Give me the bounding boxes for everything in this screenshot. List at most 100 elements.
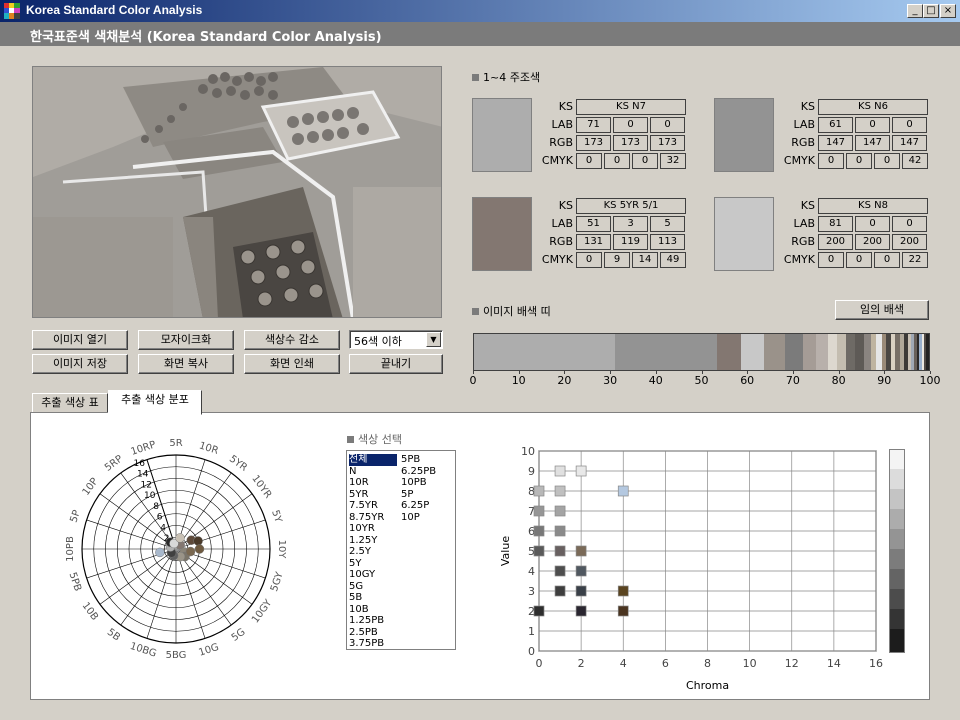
hue-option[interactable]: 2.5Y [349,546,397,558]
strip-axis-label: 10 [511,374,526,387]
mosaic-button[interactable]: 모자이크화 [138,330,234,350]
hue-point [175,533,185,543]
hue-option[interactable]: 10P [401,512,436,524]
color-count-select[interactable]: 56색 이하 ▼ [349,330,443,349]
hue-label: 5RP [103,454,125,474]
hue-option[interactable]: 10R [349,477,397,489]
random-scheme-button[interactable]: 임의 배색 [835,300,929,320]
strip-segment [614,334,717,370]
hue-option[interactable]: 6.25P [401,500,436,512]
cmyk-value: 32 [660,153,686,169]
y-tick-label: 4 [528,565,535,578]
strip-segment [716,334,742,370]
rgb-value: 147 [892,135,927,151]
y-tick-label: 0 [528,645,535,658]
ks-code: KS N6 [818,99,928,115]
value-chroma-point [575,465,587,477]
chroma-tick-label: 16 [134,459,146,469]
value-chroma-point [554,585,566,597]
value-chroma-point [554,505,566,517]
hue-option[interactable]: 8.75YR [349,512,397,524]
value-chroma-point [554,485,566,497]
hue-option[interactable]: 5G [349,581,397,593]
hue-option[interactable]: 6.25PB [401,466,436,478]
row-label: KS [800,100,815,113]
cmyk-value: 9 [604,252,630,268]
x-tick-label: 8 [704,657,711,670]
tab-extracted-color-distribution[interactable]: 추출 색상 분포 [108,390,202,415]
rgb-value: 147 [818,135,853,151]
value-chroma-point [617,485,629,497]
hue-option[interactable]: 3.75PB [349,638,397,650]
row-label: KS [558,199,573,212]
value-chroma-point [533,525,545,537]
hue-option[interactable]: 5P [401,489,436,501]
hue-option[interactable]: 1.25PB [349,615,397,627]
hue-label: 5GY [269,570,286,593]
strip-segment [784,334,803,370]
main-color-swatch [472,98,532,172]
row-label: CMYK [783,253,815,266]
hue-option[interactable]: 7.5YR [349,500,397,512]
row-label: KS [800,199,815,212]
strip-axis-label: 70 [785,374,800,387]
row-label: LAB [551,217,573,230]
hue-option[interactable]: 5PB [401,454,436,466]
copy-screen-button[interactable]: 화면 복사 [138,354,234,374]
hue-option[interactable]: 5YR [349,489,397,501]
hue-option[interactable]: N [349,466,397,478]
rgb-value: 173 [613,135,648,151]
hue-select-list[interactable]: 전체 N 10R 5YR 7.5YR 8.75YR 10YR 1.25Y 2.5Y 5Y 10GY 5… [346,450,456,650]
chroma-tick-label: 14 [137,470,149,480]
lab-value: 61 [818,117,853,133]
hue-option[interactable]: 5Y [349,558,397,570]
hue-option[interactable]: 10YR [349,523,397,535]
y-tick-label: 10 [521,445,535,458]
hue-option[interactable]: 10GY [349,569,397,581]
chevron-down-icon[interactable]: ▼ [426,332,441,347]
chroma-tick-label: 6 [157,513,163,523]
hue-option[interactable]: 10B [349,604,397,616]
hue-label: 10B [80,600,100,622]
strip-segment [802,334,817,370]
hue-label: 5R [169,438,182,449]
reduce-colors-button[interactable]: 색상수 감소 [244,330,340,350]
main-colors-label: 1~4 주조색 [472,69,540,85]
minimize-button[interactable]: _ [907,4,923,18]
strip-segment [816,334,828,370]
strip-segment [926,334,929,370]
y-axis-label: Value [499,536,512,566]
lab-value: 3 [613,216,648,232]
rgb-value: 200 [818,234,853,250]
hue-label: 5BG [166,650,187,661]
hue-option[interactable]: 10PB [401,477,436,489]
hue-option[interactable]: 5B [349,592,397,604]
value-chroma-point [617,605,629,617]
strip-segment [827,334,837,370]
print-screen-button[interactable]: 화면 인쇄 [244,354,340,374]
strip-axis-label: 60 [740,374,755,387]
value-chroma-point [533,485,545,497]
hue-option[interactable]: 2.5PB [349,627,397,639]
hue-option[interactable]: 1.25Y [349,535,397,547]
rgb-value: 113 [650,234,685,250]
value-chroma-point [617,585,629,597]
lab-value: 0 [613,117,648,133]
save-image-button[interactable]: 이미지 저장 [32,354,128,374]
close-button[interactable]: × [940,4,956,18]
exit-button[interactable]: 끝내기 [349,354,443,374]
lab-value: 0 [892,117,927,133]
color-strip [473,333,930,371]
maximize-button[interactable]: □ [923,4,939,18]
hue-option[interactable]: 전체 [349,454,397,466]
y-tick-label: 1 [528,625,535,638]
row-label: LAB [551,118,573,131]
color-strip-label: 이미지 배색 띠 [472,303,551,319]
strip-segment [741,334,765,370]
rgb-value: 119 [613,234,648,250]
x-tick-label: 6 [662,657,669,670]
x-tick-label: 16 [869,657,883,670]
row-label: RGB [791,235,815,248]
open-image-button[interactable]: 이미지 열기 [32,330,128,350]
ks-code: KS 5YR 5/1 [576,198,686,214]
